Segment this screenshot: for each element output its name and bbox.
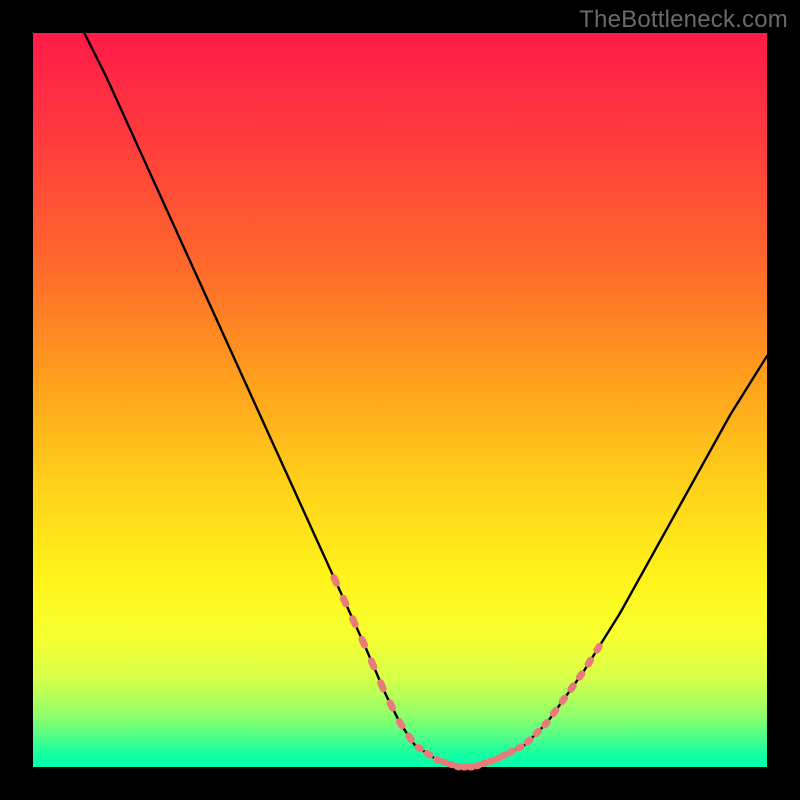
threshold-dash: [536, 731, 538, 733]
threshold-dash: [483, 763, 485, 764]
threshold-markers: [334, 578, 599, 767]
threshold-dash: [437, 760, 439, 761]
threshold-dash: [562, 698, 564, 701]
threshold-dash: [371, 661, 374, 667]
threshold-dash: [409, 736, 412, 740]
threshold-dash: [571, 686, 573, 689]
threshold-dash: [519, 747, 521, 748]
threshold-dash: [497, 758, 499, 759]
threshold-dash: [353, 619, 356, 625]
threshold-dash: [343, 598, 346, 604]
threshold-dash: [553, 710, 555, 713]
threshold-dash: [503, 755, 505, 756]
threshold-dash: [580, 674, 582, 677]
threshold-dash: [381, 683, 384, 689]
threshold-dash: [390, 703, 393, 708]
chart-svg: [33, 33, 767, 767]
threshold-dash: [399, 722, 402, 726]
threshold-dash: [477, 765, 479, 766]
threshold-dash: [418, 747, 421, 749]
threshold-dash: [427, 753, 430, 755]
threshold-dash: [490, 761, 492, 762]
threshold-dash: [334, 578, 337, 584]
plot-area: [33, 33, 767, 767]
threshold-dash: [443, 762, 445, 763]
curve-path: [84, 33, 767, 767]
watermark-text: TheBottleneck.com: [579, 6, 788, 34]
threshold-dash: [510, 751, 512, 752]
chart-frame: TheBottleneck.com: [0, 0, 800, 800]
threshold-dash: [597, 646, 599, 650]
threshold-dash: [527, 740, 529, 742]
threshold-dash: [362, 639, 365, 645]
threshold-dash: [588, 660, 590, 664]
threshold-dash: [457, 766, 459, 767]
bottleneck-curve: [84, 33, 767, 767]
threshold-dash: [450, 764, 452, 765]
threshold-dash: [545, 722, 547, 725]
